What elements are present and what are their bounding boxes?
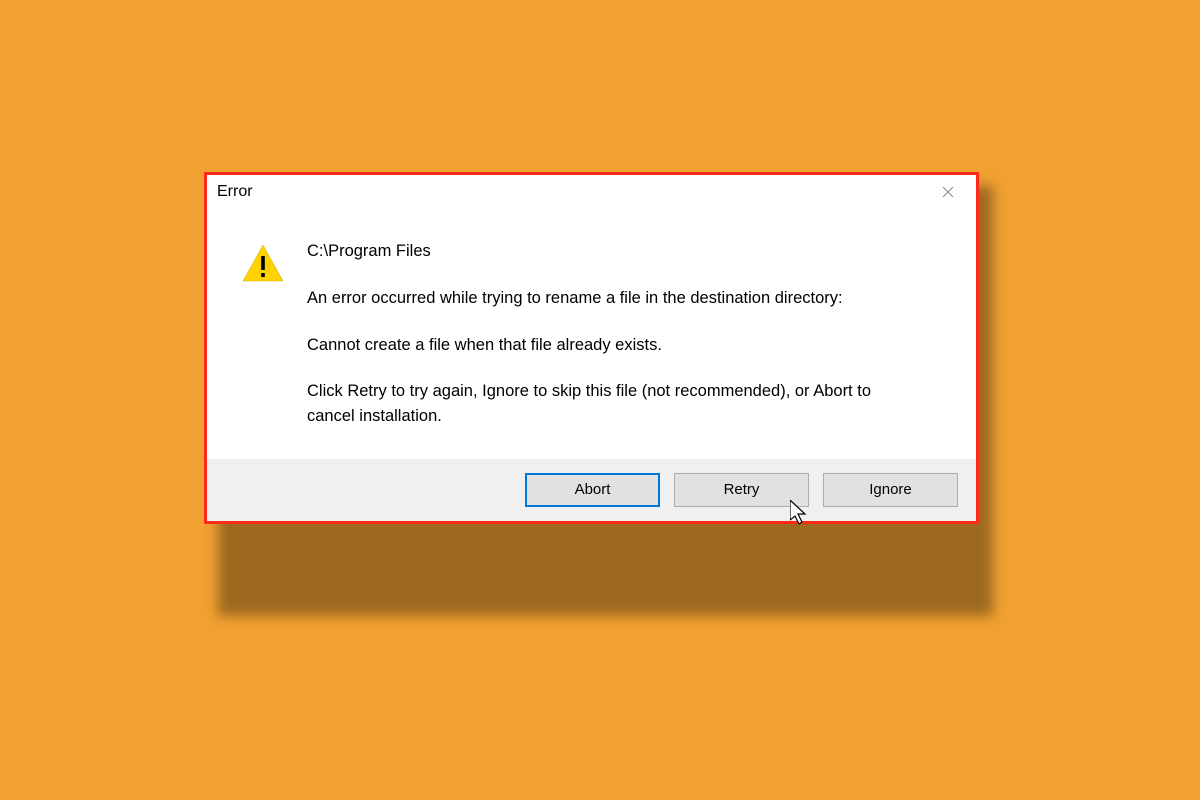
ignore-button[interactable]: Ignore	[823, 473, 958, 507]
message-text: C:\Program Files An error occurred while…	[307, 239, 948, 429]
retry-button[interactable]: Retry	[674, 473, 809, 507]
close-button[interactable]	[928, 179, 968, 205]
warning-icon	[241, 243, 285, 283]
dialog-content: C:\Program Files An error occurred while…	[207, 209, 976, 459]
dialog-title: Error	[217, 183, 253, 201]
icon-column	[235, 239, 285, 429]
error-detail: Cannot create a file when that file alre…	[307, 333, 908, 358]
error-path: C:\Program Files	[307, 239, 908, 264]
button-bar: Abort Retry Ignore	[207, 459, 976, 521]
error-instruction: Click Retry to try again, Ignore to skip…	[307, 379, 908, 429]
error-intro: An error occurred while trying to rename…	[307, 286, 908, 311]
abort-button[interactable]: Abort	[525, 473, 660, 507]
close-icon	[942, 186, 954, 198]
titlebar: Error	[207, 175, 976, 209]
error-dialog: Error C:\Program Files An error occurred…	[204, 172, 979, 524]
